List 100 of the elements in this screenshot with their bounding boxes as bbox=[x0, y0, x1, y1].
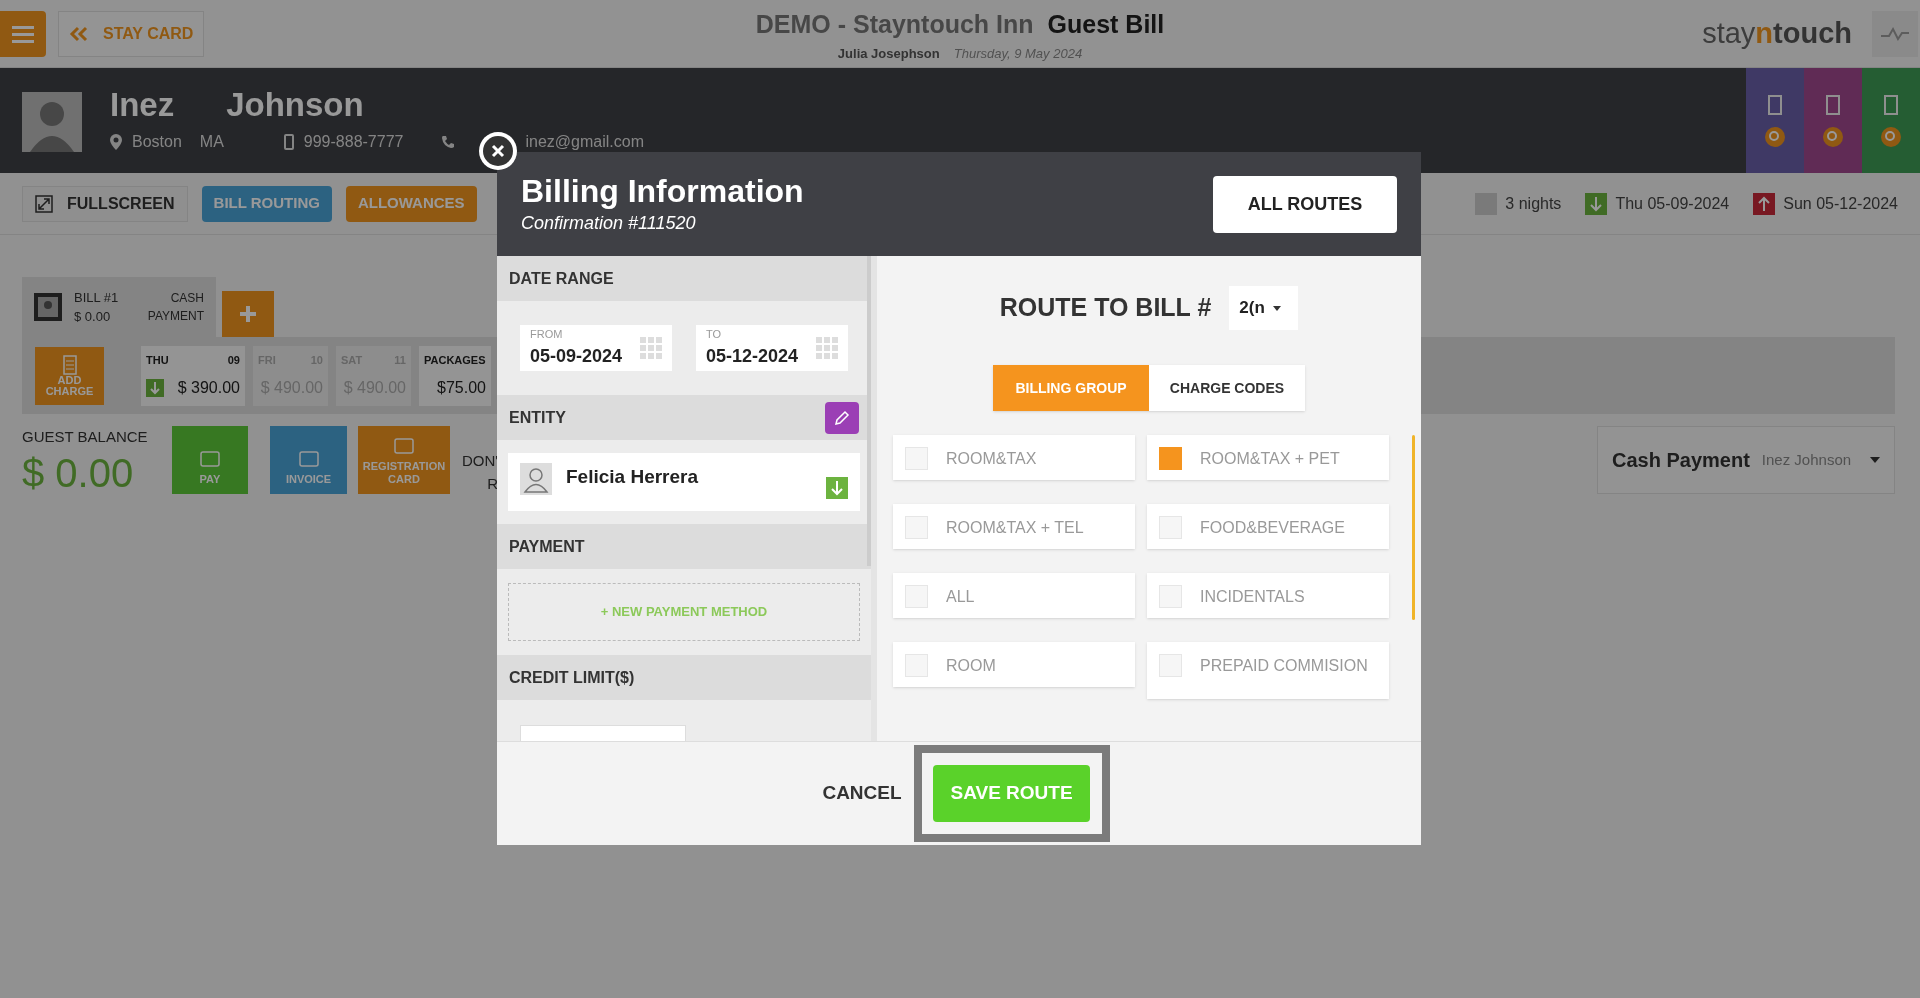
action-button[interactable]: INVOICE bbox=[270, 426, 347, 494]
add-bill-button[interactable] bbox=[222, 291, 274, 337]
location-pin-icon bbox=[110, 133, 122, 150]
bill-select[interactable]: 2(n bbox=[1229, 286, 1299, 330]
entity-name: Felicia Herrera bbox=[566, 465, 699, 489]
guest-last-name: Johnson bbox=[226, 85, 364, 125]
mobile-phone-icon bbox=[283, 133, 294, 150]
day-card[interactable]: PACKAGES $75.00 bbox=[419, 345, 491, 406]
option-label: PREPAID COMMISION bbox=[1200, 656, 1368, 676]
double-chevron-icon bbox=[69, 25, 89, 42]
day-label: PACKAGES bbox=[424, 352, 486, 368]
edit-button[interactable] bbox=[825, 401, 859, 434]
guest-mobile: 999-888-7777 bbox=[303, 131, 404, 152]
checkbox[interactable] bbox=[1159, 447, 1182, 470]
calendar-icon bbox=[640, 337, 662, 359]
stay-card-button[interactable]: STAY CARD bbox=[58, 10, 205, 57]
checkbox-option[interactable]: ROOM bbox=[893, 642, 1135, 687]
checkbox-option[interactable]: ROOM&TAX bbox=[893, 435, 1135, 480]
day-amount: $75.00 bbox=[437, 377, 486, 398]
checkbox[interactable] bbox=[1159, 654, 1182, 677]
payment-type: PAYMENT bbox=[147, 308, 204, 325]
date-field[interactable]: TO 05-12-2024 bbox=[696, 325, 848, 371]
section-heading: PAYMENT bbox=[509, 536, 585, 557]
checkbox-option[interactable]: INCIDENTALS bbox=[1147, 573, 1389, 618]
checkbox[interactable] bbox=[905, 654, 928, 677]
guest-email: inez@gmail.com bbox=[525, 131, 644, 152]
dialog-title: Billing Information bbox=[521, 171, 804, 210]
user-name: Julia Josephson bbox=[837, 44, 940, 63]
departure-icon bbox=[1753, 192, 1776, 215]
date-field[interactable]: FROM 05-09-2024 bbox=[520, 325, 672, 371]
day-card[interactable]: THU 09 $ 390.00 bbox=[141, 345, 245, 406]
payment-method: Cash Payment bbox=[1612, 448, 1750, 473]
guest-balance-label: GUEST BALANCE bbox=[22, 427, 149, 447]
caret-icon bbox=[1870, 457, 1880, 463]
add-charge-button[interactable]: ADD CHARGE bbox=[35, 346, 104, 405]
bill-tab[interactable]: BILL #1 $ 0.00 CASH PAYMENT bbox=[22, 277, 216, 337]
menu-icon bbox=[12, 24, 34, 43]
activity-button[interactable] bbox=[1872, 10, 1918, 57]
plus-icon bbox=[238, 304, 258, 324]
avatar-icon bbox=[22, 92, 82, 152]
door-icon bbox=[1766, 93, 1784, 116]
payment-card[interactable]: Cash Payment Inez Johnson bbox=[1597, 426, 1895, 494]
search-icon bbox=[1880, 125, 1902, 148]
option-label: ROOM&TAX + PET bbox=[1200, 449, 1340, 469]
option-label: ROOM&TAX + TEL bbox=[946, 518, 1084, 538]
download-icon bbox=[826, 477, 848, 499]
document-icon bbox=[62, 354, 77, 375]
tab[interactable]: CHARGE CODES bbox=[1149, 365, 1305, 411]
route-label: ROUTE TO BILL # bbox=[999, 292, 1212, 324]
section-heading: ENTITY bbox=[509, 407, 566, 428]
checkbox[interactable] bbox=[1159, 585, 1182, 608]
toolbar-button[interactable]: ALLOWANCES bbox=[345, 185, 477, 222]
current-date: Thursday, 9 May 2024 bbox=[953, 44, 1083, 63]
bill-avatar-icon bbox=[34, 293, 62, 321]
wallet-icon bbox=[199, 449, 221, 469]
checkbox-option[interactable]: ALL bbox=[893, 573, 1135, 618]
action-button[interactable]: REGISTRATION CARD bbox=[358, 426, 450, 494]
side-tab[interactable] bbox=[1862, 68, 1920, 173]
guest-city: Boston bbox=[132, 131, 182, 152]
cancel-button[interactable]: CANCEL bbox=[818, 779, 906, 808]
door-icon bbox=[1824, 93, 1842, 116]
add-charge-label: ADD bbox=[57, 374, 82, 386]
arrival-date: Thu 05-09-2024 bbox=[1615, 193, 1730, 214]
option-label: ROOM bbox=[946, 656, 996, 676]
checkbox[interactable] bbox=[1159, 516, 1182, 539]
arrival-icon bbox=[1585, 192, 1608, 215]
checkbox-option[interactable]: PREPAID COMMISION bbox=[1147, 642, 1389, 699]
checkbox-option[interactable]: ROOM&TAX + TEL bbox=[893, 504, 1135, 549]
save-route-button[interactable]: SAVE ROUTE bbox=[933, 765, 1091, 822]
side-tab[interactable] bbox=[1804, 68, 1862, 173]
bill-number: BILL #1 bbox=[74, 288, 119, 307]
menu-button[interactable] bbox=[0, 10, 46, 57]
page-title: Guest Bill bbox=[1047, 9, 1165, 40]
section-heading: CREDIT LIMIT($) bbox=[509, 667, 635, 688]
hotel-name: DEMO - Stayntouch Inn bbox=[755, 9, 1034, 40]
all-routes-button[interactable]: ALL ROUTES bbox=[1213, 175, 1397, 233]
wallet-icon bbox=[297, 449, 320, 469]
brand-logo: stayntouch bbox=[1702, 15, 1852, 51]
checkbox[interactable] bbox=[905, 516, 928, 539]
option-label: ALL bbox=[946, 587, 975, 607]
guest-state: MA bbox=[199, 131, 224, 152]
phone-icon bbox=[441, 134, 456, 149]
tab[interactable]: BILLING GROUP bbox=[993, 365, 1149, 411]
action-button[interactable]: PAY bbox=[172, 426, 248, 494]
checkbox-option[interactable]: FOOD&BEVERAGE bbox=[1147, 504, 1389, 549]
checkbox[interactable] bbox=[905, 585, 928, 608]
new-payment-method-button[interactable]: + NEW PAYMENT METHOD bbox=[508, 583, 860, 641]
cut-text: R bbox=[487, 473, 499, 494]
side-tab[interactable] bbox=[1746, 68, 1804, 173]
search-icon bbox=[1822, 125, 1844, 148]
cut-text: DON' bbox=[462, 451, 499, 471]
pencil-icon bbox=[834, 409, 850, 426]
door-icon bbox=[1882, 93, 1900, 116]
departure-date: Sun 05-12-2024 bbox=[1783, 193, 1898, 214]
checkbox[interactable] bbox=[905, 447, 928, 470]
toolbar-button[interactable]: BILL ROUTING bbox=[201, 185, 332, 222]
fullscreen-button[interactable]: FULLSCREEN bbox=[22, 185, 188, 222]
section-heading: DATE RANGE bbox=[509, 268, 614, 289]
checkbox-option[interactable]: ROOM&TAX + PET bbox=[1147, 435, 1389, 480]
payer-name: Inez Johnson bbox=[1761, 449, 1852, 470]
